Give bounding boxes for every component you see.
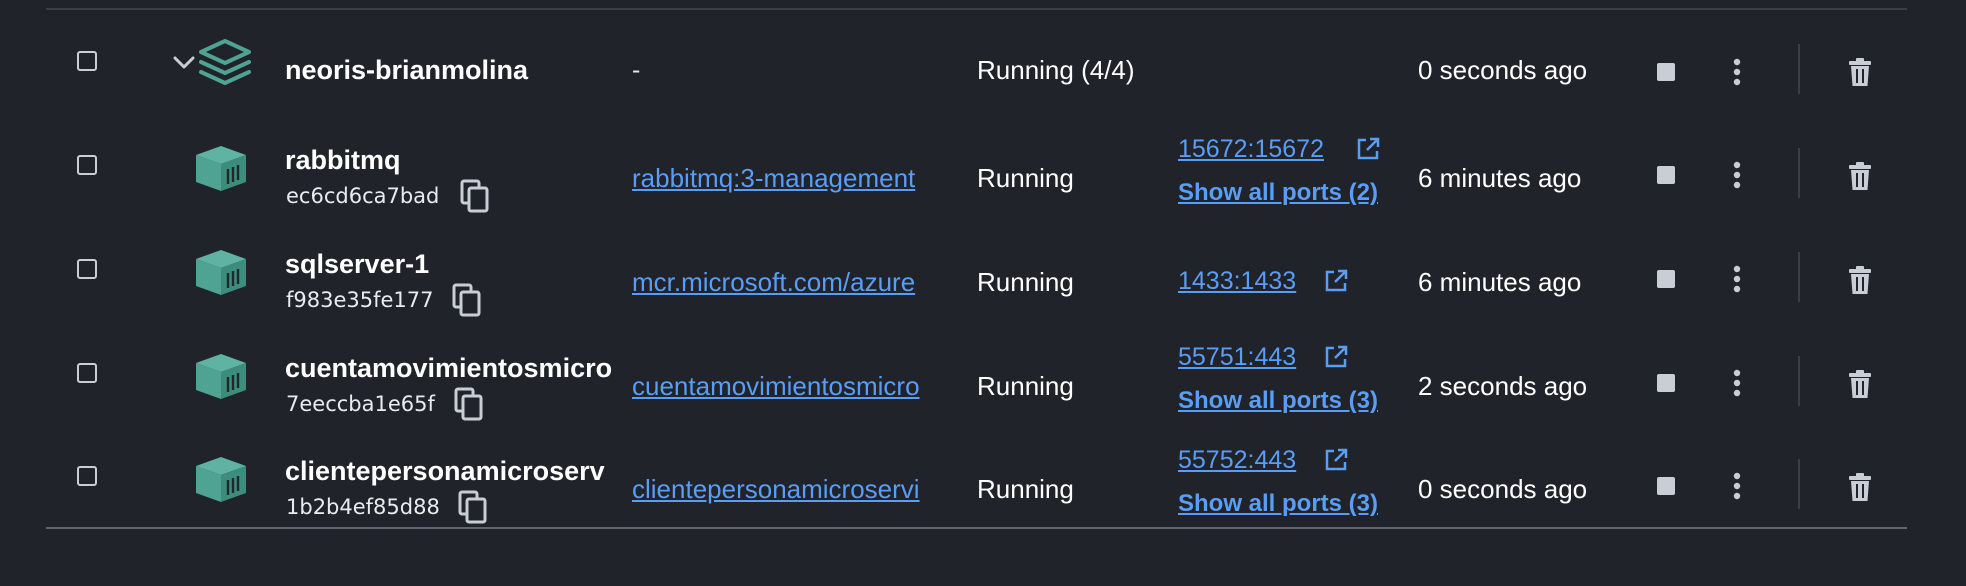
container-status: Running [977,267,1074,297]
container-id: f983e35fe177 [286,288,434,312]
container-last-started: 6 minutes ago [1418,267,1582,297]
row-checkbox[interactable] [77,51,97,71]
image-link[interactable]: cuentamovimientosmicro [632,370,958,402]
container-last-started: 2 seconds ago [1418,371,1588,401]
group-status: Running (4/4) [977,55,1135,85]
group-last-started: 0 seconds ago [1418,55,1588,85]
image-link[interactable]: clientepersonamicroservi [632,473,958,505]
container-status: Running [977,163,1074,193]
container-cube-icon [196,146,246,191]
container-id: 1b2b4ef85d88 [286,495,440,519]
action-separator [1798,44,1800,94]
action-separator [1798,459,1800,509]
row-checkbox[interactable] [77,466,97,486]
trash-icon[interactable] [1846,369,1874,399]
external-link-icon[interactable] [1324,345,1348,369]
group-image: - [632,56,641,84]
image-link[interactable]: rabbitmq:3-management [632,162,958,194]
group-name[interactable]: neoris-brianmolina [285,54,612,86]
container-row[interactable]: rabbitmq ec6cd6ca7bad rabbitmq:3-managem… [0,114,1966,218]
container-list: neoris-brianmolina - Running (4/4) 0 sec… [0,0,1966,586]
image-link[interactable]: mcr.microsoft.com/azure [632,266,958,298]
row-checkbox[interactable] [77,155,97,175]
container-name[interactable]: clientepersonamicroserv [285,455,612,487]
layers-stack-icon [199,39,251,85]
container-cube-icon [196,354,246,399]
container-status: Running [977,371,1074,401]
container-name[interactable]: cuentamovimientosmicro [285,352,612,384]
kebab-menu-icon[interactable] [1726,160,1748,190]
kebab-menu-icon[interactable] [1726,57,1748,87]
stop-icon[interactable] [1657,63,1675,81]
container-id: ec6cd6ca7bad [286,184,440,208]
port-link[interactable]: 1433:1433 [1178,266,1296,296]
port-link[interactable]: 15672:15672 [1178,134,1324,164]
container-row[interactable]: clientepersonamicroserv 1b2b4ef85d88 cli… [0,425,1966,529]
action-separator [1798,356,1800,406]
external-link-icon[interactable] [1356,137,1380,161]
port-link[interactable]: 55751:443 [1178,342,1296,372]
copy-icon[interactable] [452,283,482,317]
container-row[interactable]: sqlserver-1 f983e35fe177 mcr.microsoft.c… [0,218,1966,322]
container-last-started: 0 seconds ago [1418,474,1588,504]
container-name[interactable]: rabbitmq [285,144,612,176]
row-checkbox[interactable] [77,363,97,383]
bottom-divider [46,527,1907,529]
kebab-menu-icon[interactable] [1726,264,1748,294]
trash-icon[interactable] [1846,57,1874,87]
trash-icon[interactable] [1846,265,1874,295]
port-link[interactable]: 55752:443 [1178,445,1296,475]
container-status: Running [977,474,1074,504]
row-checkbox[interactable] [77,259,97,279]
action-separator [1798,252,1800,302]
show-all-ports-link[interactable]: Show all ports (3) [1178,386,1378,416]
external-link-icon[interactable] [1324,448,1348,472]
container-id: 7eeccba1e65f [286,392,435,416]
container-last-started: 6 minutes ago [1418,163,1582,193]
container-cube-icon [196,457,246,502]
copy-icon[interactable] [460,179,490,213]
show-all-ports-link[interactable]: Show all ports (2) [1178,178,1378,208]
stop-icon[interactable] [1657,166,1675,184]
external-link-icon[interactable] [1324,269,1348,293]
container-name[interactable]: sqlserver-1 [285,248,612,280]
stop-icon[interactable] [1657,477,1675,495]
trash-icon[interactable] [1846,161,1874,191]
kebab-menu-icon[interactable] [1726,471,1748,501]
copy-icon[interactable] [458,490,488,524]
action-separator [1798,148,1800,198]
trash-icon[interactable] [1846,472,1874,502]
stop-icon[interactable] [1657,270,1675,288]
copy-icon[interactable] [454,387,484,421]
chevron-down-icon[interactable] [170,48,198,76]
kebab-menu-icon[interactable] [1726,368,1748,398]
compose-group-row[interactable]: neoris-brianmolina - Running (4/4) 0 sec… [0,10,1966,114]
stop-icon[interactable] [1657,374,1675,392]
show-all-ports-link[interactable]: Show all ports (3) [1178,489,1378,519]
container-cube-icon [196,250,246,295]
container-row[interactable]: cuentamovimientosmicro 7eeccba1e65f cuen… [0,322,1966,426]
